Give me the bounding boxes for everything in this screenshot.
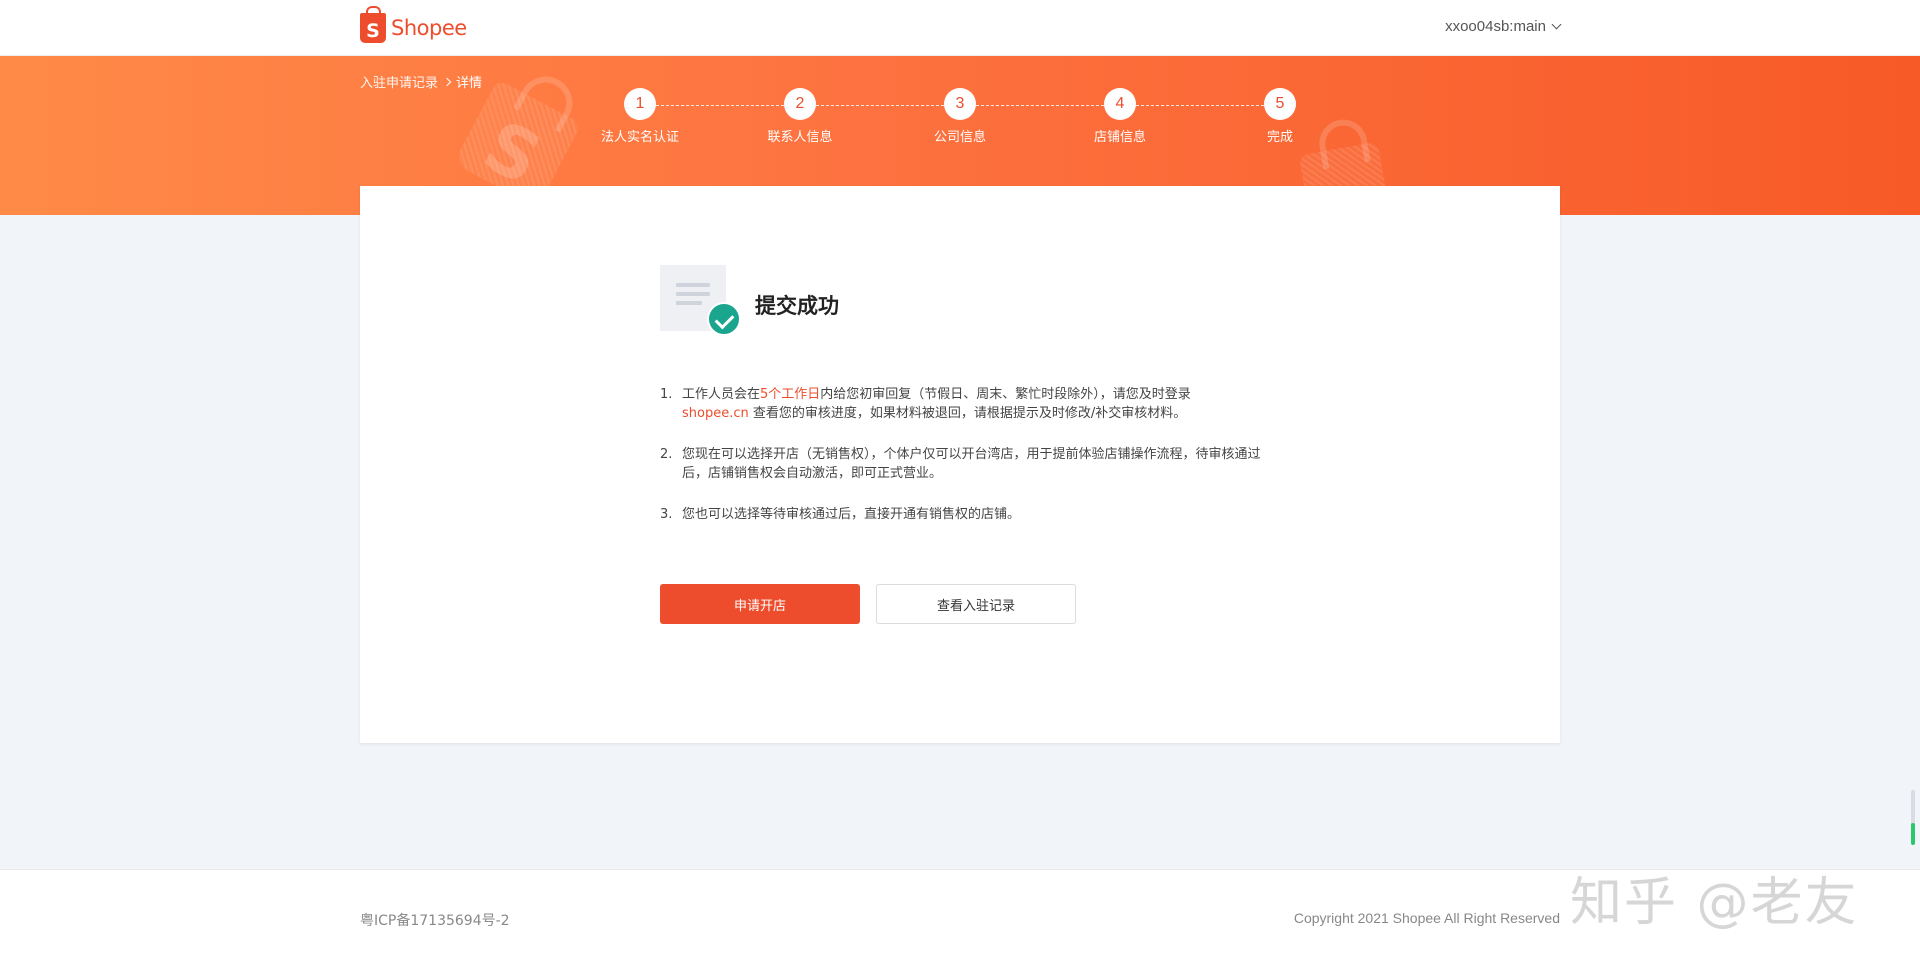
page-title: 提交成功 <box>755 294 839 318</box>
notice-list: 1. 工作人员会在5个工作日内给您初审回复（节假日、周末、繁忙时段除外），请您及… <box>660 385 1270 546</box>
logo-text: Shopee <box>391 16 467 40</box>
step-5: 5 完成 <box>1220 88 1340 145</box>
chevron-right-icon <box>442 77 452 86</box>
username-label: xxoo04sb:main <box>1445 18 1546 35</box>
step-indicator: 1 法人实名认证 2 联系人信息 3 公司信息 4 店铺信息 5 完成 <box>0 88 1920 148</box>
checkmark-circle-icon <box>707 302 741 336</box>
list-number: 3. <box>660 507 673 522</box>
icp-license-text: 粤ICP备17135694号-2 <box>360 913 510 929</box>
list-item: 2. 您现在可以选择开店（无销售权），个体户仅可以开台湾店，用于提前体验店铺操作… <box>660 445 1270 483</box>
submission-result-card: 提交成功 1. 工作人员会在5个工作日内给您初审回复（节假日、周末、繁忙时段除外… <box>360 186 1560 743</box>
step-label: 店铺信息 <box>1093 130 1146 145</box>
shopee-logo[interactable]: S Shopee <box>360 6 467 44</box>
step-label: 完成 <box>1266 130 1293 145</box>
step-label: 法人实名认证 <box>600 130 679 145</box>
apply-open-store-button[interactable]: 申请开店 <box>660 584 860 624</box>
step-4: 4 店铺信息 <box>1060 88 1180 145</box>
step-number: 5 <box>1264 88 1296 120</box>
chevron-down-icon <box>1551 19 1562 30</box>
copyright-text: Copyright 2021 Shopee All Right Reserved <box>1293 910 1560 926</box>
step-number: 1 <box>624 88 656 120</box>
step-label: 联系人信息 <box>767 130 833 145</box>
step-3: 3 公司信息 <box>900 88 1020 145</box>
note-text: 您现在可以选择开店（无销售权），个体户仅可以开台湾店，用于提前体验店铺操作流程，… <box>682 447 1261 481</box>
note-text: 您也可以选择等待审核通过后，直接开通有销售权的店铺。 <box>682 507 1021 522</box>
step-1: 1 法人实名认证 <box>580 88 700 145</box>
logo-bag-letter: S <box>366 19 380 42</box>
user-account-menu[interactable]: xxoo04sb:main <box>1445 18 1562 35</box>
scroll-indicator[interactable] <box>1911 790 1915 845</box>
view-registration-records-button[interactable]: 查看入驻记录 <box>876 584 1076 624</box>
list-number: 1. <box>660 387 673 402</box>
step-number: 2 <box>784 88 816 120</box>
highlight-working-days: 5个工作日 <box>760 387 821 402</box>
step-2: 2 联系人信息 <box>740 88 860 145</box>
list-item: 3. 您也可以选择等待审核通过后，直接开通有销售权的店铺。 <box>660 505 1270 524</box>
step-number: 4 <box>1104 88 1136 120</box>
list-item: 1. 工作人员会在5个工作日内给您初审回复（节假日、周末、繁忙时段除外），请您及… <box>660 385 1270 423</box>
submit-success-icon <box>660 265 741 336</box>
step-label: 公司信息 <box>933 130 986 145</box>
zhihu-watermark: 知乎 @老友 <box>1570 873 1859 933</box>
shopee-cn-link[interactable]: shopee.cn <box>682 406 749 421</box>
note-text: 工作人员会在5个工作日内给您初审回复（节假日、周末、繁忙时段除外），请您及时登录… <box>682 387 1191 421</box>
step-number: 3 <box>944 88 976 120</box>
list-number: 2. <box>660 447 673 462</box>
shopee-bag-icon: S <box>360 6 386 43</box>
top-header: S Shopee xxoo04sb:main <box>0 0 1920 56</box>
